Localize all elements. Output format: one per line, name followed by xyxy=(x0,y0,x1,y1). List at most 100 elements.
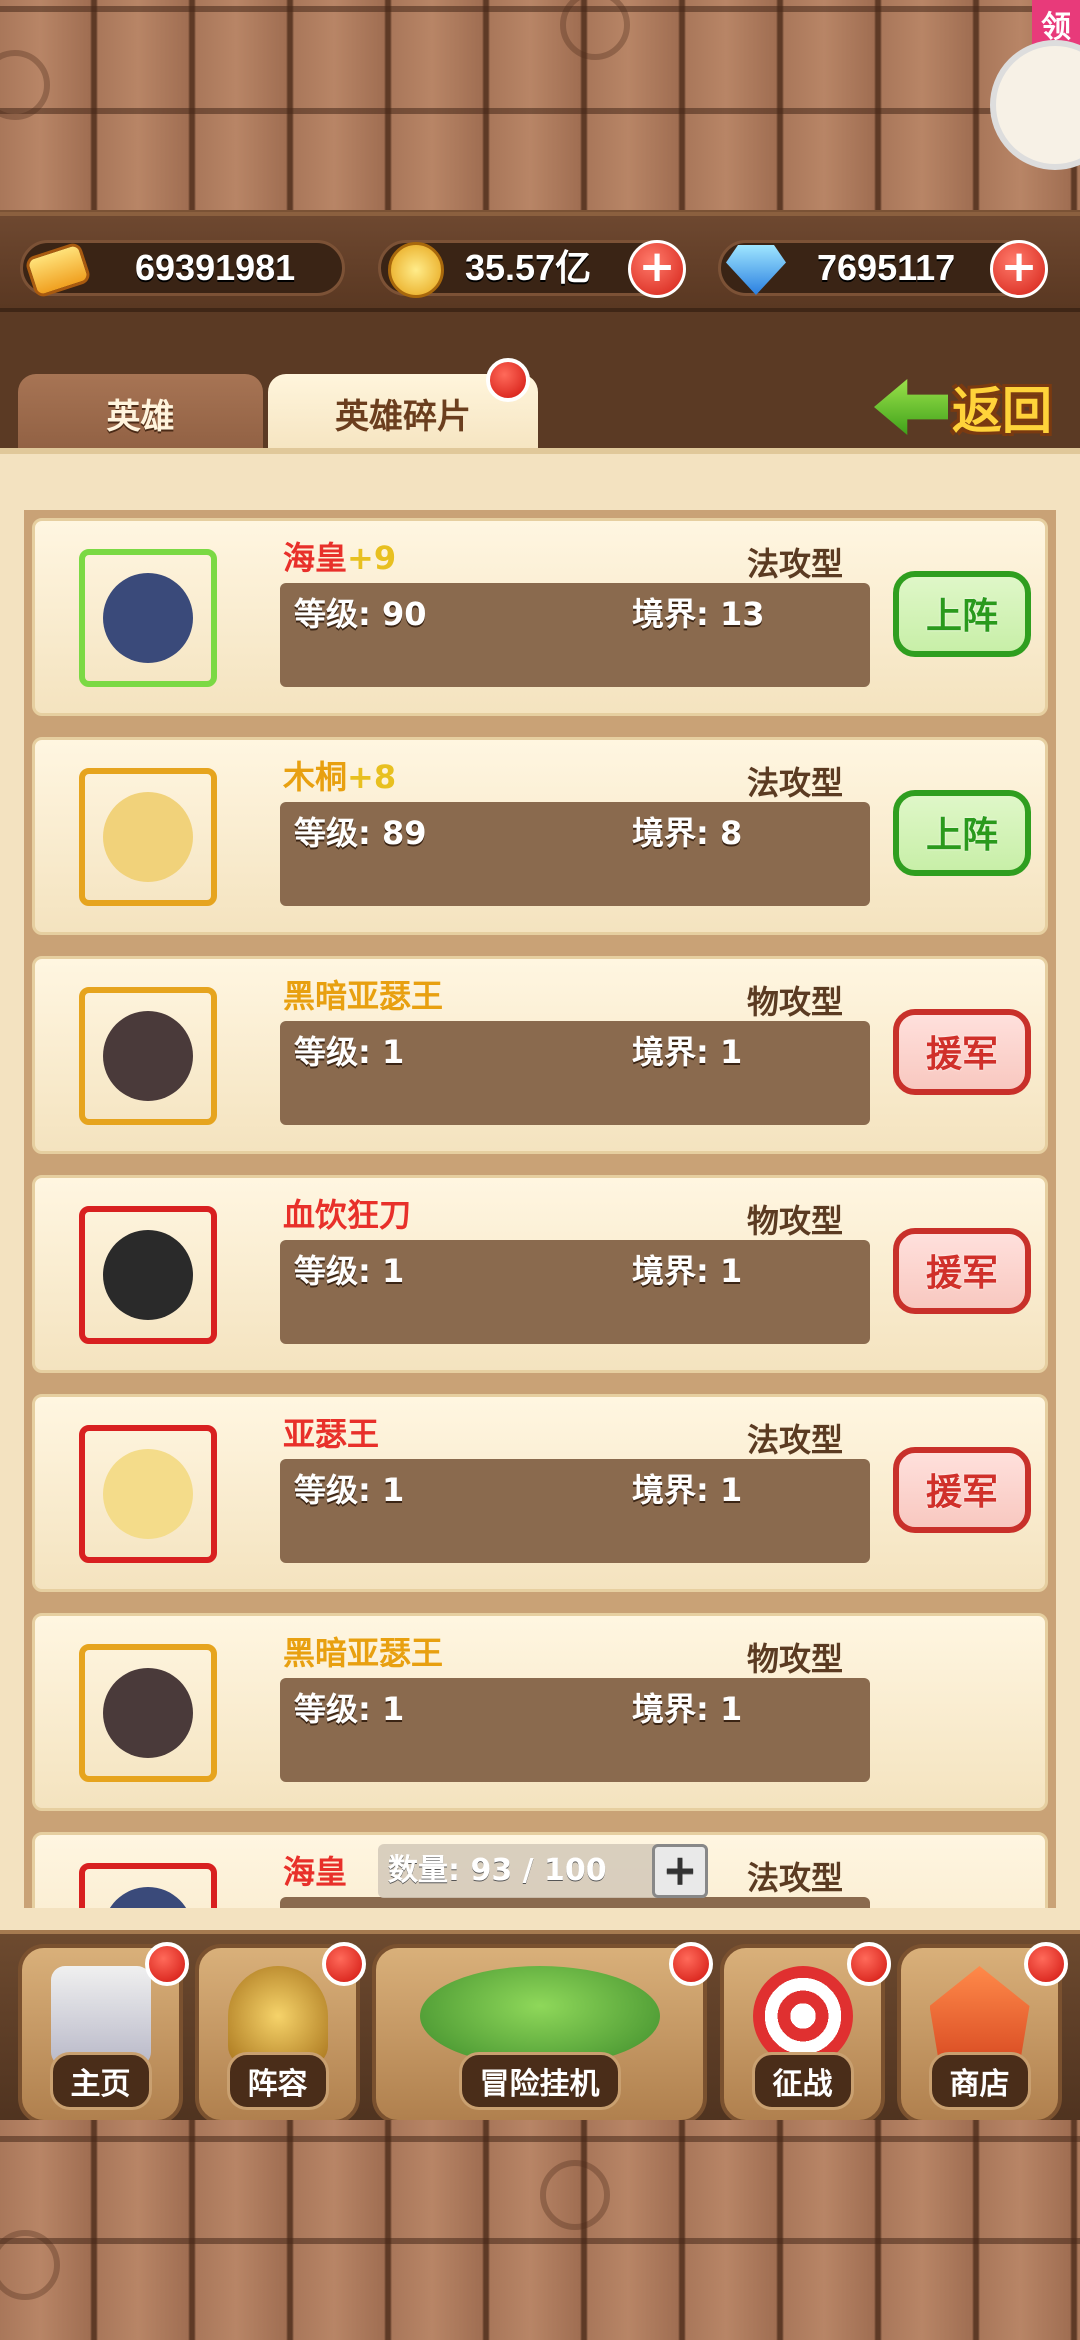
hero-level: 等级: 1 xyxy=(294,1690,405,1728)
hero-portrait[interactable] xyxy=(79,549,217,687)
nav-label: 征战 xyxy=(751,2052,854,2110)
hero-level: 等级: 1 xyxy=(294,1033,405,1071)
currency-bar: 69391981 35.57亿 + 7695117 + xyxy=(0,212,1080,312)
notification-dot xyxy=(1024,1942,1068,1986)
hero-face-icon xyxy=(103,1011,193,1101)
tab-header: 英雄 英雄碎片 返回 xyxy=(0,312,1080,462)
hero-face-icon xyxy=(103,792,193,882)
hero-plus-level: +9 xyxy=(347,539,397,577)
hero-type: 法攻型 xyxy=(747,1421,844,1459)
hero-realm: 境界: 13 xyxy=(632,595,765,633)
nav-item-1[interactable]: 阵容 xyxy=(195,1942,366,2124)
hero-stats-box: 等级: 89 境界: 8 xyxy=(280,802,870,906)
hero-type: 物攻型 xyxy=(747,1640,844,1678)
add-gems-button[interactable]: + xyxy=(990,240,1048,298)
hero-portrait[interactable] xyxy=(79,1206,217,1344)
skull-decoration xyxy=(0,50,50,120)
hero-realm: 境界: 1 xyxy=(632,1471,743,1509)
hero-name: 海皇+9 xyxy=(283,539,397,577)
hero-realm: 境界: 1 xyxy=(632,1252,743,1290)
bottom-nav: 主页 阵容 冒险挂机 征战 商店 xyxy=(0,1930,1080,2130)
hero-list[interactable]: 海皇+9 法攻型 等级: 90 境界: 13 上阵 木桐+8 法攻型 等级: 89 境… xyxy=(24,510,1056,1908)
hero-realm: 境界: 8 xyxy=(632,814,743,852)
notification-dot xyxy=(322,1942,366,1986)
reinforce-button[interactable]: 援军 xyxy=(893,1447,1031,1533)
hero-card[interactable]: 黑暗亚瑟王 物攻型 等级: 1 境界: 1 xyxy=(32,1613,1048,1811)
hero-stats-box: 等级: 1 境界: 1 xyxy=(280,1240,870,1344)
nav-label: 冒险挂机 xyxy=(458,2052,621,2110)
hero-stats-box: 等级: 90 境界: 13 xyxy=(280,583,870,687)
skull-decoration xyxy=(540,2160,610,2230)
hero-level: 等级: 89 xyxy=(294,814,427,852)
bottom-wood-background xyxy=(0,2120,1080,2340)
nav-item-2[interactable]: 冒险挂机 xyxy=(372,1942,713,2124)
back-arrow-icon xyxy=(874,379,948,435)
hero-card[interactable]: 海皇+9 法攻型 等级: 90 境界: 13 上阵 xyxy=(32,518,1048,716)
back-button[interactable]: 返回 xyxy=(874,372,1052,442)
add-gold-button[interactable]: + xyxy=(628,240,686,298)
nav-label: 商店 xyxy=(928,2052,1031,2110)
hero-type: 物攻型 xyxy=(747,1202,844,1240)
hero-face-icon xyxy=(103,1887,193,1908)
hero-name: 亚瑟王 xyxy=(283,1415,380,1453)
hero-face-icon xyxy=(103,1668,193,1758)
hero-type: 法攻型 xyxy=(747,1859,844,1897)
ticket-icon xyxy=(23,235,93,305)
floating-island-icon xyxy=(419,1966,660,2066)
expand-capacity-button[interactable]: + xyxy=(652,1844,708,1898)
hero-level: 等级: 1 xyxy=(294,1252,405,1290)
shop-icon xyxy=(929,1966,1030,2066)
knight-helmet-icon xyxy=(227,1966,328,2066)
hero-realm: 境界: 1 xyxy=(632,1690,743,1728)
hero-portrait[interactable] xyxy=(79,987,217,1125)
hero-level: 等级: 1 xyxy=(294,1471,405,1509)
nav-label: 主页 xyxy=(49,2052,152,2110)
hero-name: 木桐+8 xyxy=(283,758,397,796)
diamond-icon xyxy=(721,235,791,305)
nav-item-0[interactable]: 主页 xyxy=(18,1942,189,2124)
reinforce-button[interactable]: 援军 xyxy=(893,1228,1031,1314)
side-reward-button[interactable]: 领 xyxy=(990,0,1080,180)
hero-stats-box xyxy=(280,1897,870,1908)
deploy-button[interactable]: 上阵 xyxy=(893,571,1031,657)
hero-name: 海皇 xyxy=(283,1853,348,1891)
hero-type: 法攻型 xyxy=(747,764,844,802)
skull-decoration xyxy=(0,2230,60,2300)
ticket-value: 69391981 xyxy=(135,247,296,288)
hero-stats-box: 等级: 1 境界: 1 xyxy=(280,1021,870,1125)
hero-type: 物攻型 xyxy=(747,983,844,1021)
hero-realm: 境界: 1 xyxy=(632,1033,743,1071)
hero-panel: 海皇+9 法攻型 等级: 90 境界: 13 上阵 木桐+8 法攻型 等级: 89 境… xyxy=(0,448,1080,1938)
hero-face-icon xyxy=(103,1230,193,1320)
deploy-button[interactable]: 上阵 xyxy=(893,790,1031,876)
hero-card[interactable]: 木桐+8 法攻型 等级: 89 境界: 8 上阵 xyxy=(32,737,1048,935)
hero-count: 数量: 93 / 100 + xyxy=(378,1844,708,1898)
hero-type: 法攻型 xyxy=(747,545,844,583)
notification-dot xyxy=(145,1942,189,1986)
hero-card[interactable]: 血饮狂刀 物攻型 等级: 1 境界: 1 援军 xyxy=(32,1175,1048,1373)
hero-count-label: 数量: 93 / 100 xyxy=(388,1853,607,1888)
gem-value: 7695117 xyxy=(817,247,956,288)
hero-portrait[interactable] xyxy=(79,1644,217,1782)
hero-card[interactable]: 黑暗亚瑟王 物攻型 等级: 1 境界: 1 援军 xyxy=(32,956,1048,1154)
skull-decoration xyxy=(560,0,630,60)
gold-value: 35.57亿 xyxy=(465,247,592,288)
target-icon xyxy=(752,1966,853,2066)
notification-dot xyxy=(486,358,530,402)
gold-coin-icon xyxy=(381,235,451,305)
notification-dot xyxy=(669,1942,713,1986)
hero-portrait[interactable] xyxy=(79,1863,217,1908)
nav-item-4[interactable]: 商店 xyxy=(897,1942,1068,2124)
hero-name: 黑暗亚瑟王 xyxy=(283,1634,444,1672)
hero-name: 血饮狂刀 xyxy=(283,1196,412,1234)
nav-item-3[interactable]: 征战 xyxy=(720,1942,891,2124)
ticket-counter: 69391981 xyxy=(20,240,345,299)
hero-face-icon xyxy=(103,1449,193,1539)
gem-counter: 7695117 xyxy=(718,240,1033,296)
nav-label: 阵容 xyxy=(226,2052,329,2110)
hero-portrait[interactable] xyxy=(79,1425,217,1563)
hero-portrait[interactable] xyxy=(79,768,217,906)
hero-card[interactable]: 亚瑟王 法攻型 等级: 1 境界: 1 援军 xyxy=(32,1394,1048,1592)
reinforce-button[interactable]: 援军 xyxy=(893,1009,1031,1095)
hero-level: 等级: 90 xyxy=(294,595,427,633)
